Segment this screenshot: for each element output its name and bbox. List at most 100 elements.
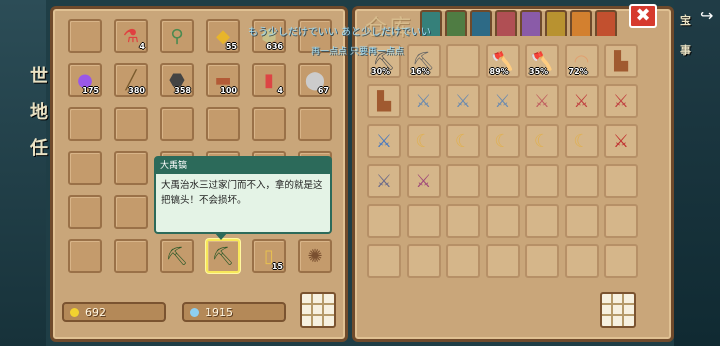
background-char: 地 — [30, 102, 48, 123]
item-icon: ☾ — [494, 130, 511, 152]
back-icon[interactable]: ↪ — [700, 6, 713, 25]
bag-slot[interactable] — [114, 239, 148, 273]
storage-tab[interactable] — [495, 10, 517, 36]
storage-slot[interactable] — [604, 244, 638, 278]
storage-crafting-grid-button[interactable] — [600, 292, 636, 328]
storage-tab[interactable] — [445, 10, 467, 36]
storage-slot[interactable] — [485, 244, 520, 278]
storage-grid: ⛏ 30% ⛏ 16% 🪓 89% 🪓 35% ◠ 72% ▙ ▙ ⚔ ⚔ ⚔ ⚔ ⚔ ⚔ ⚔ ☾ ☾ ☾ ☾ ☾ ⚔ ⚔ ⚔ — [367, 44, 638, 278]
bag-slot[interactable] — [160, 107, 194, 141]
item-icon: ⚔ — [375, 130, 393, 152]
storage-slot[interactable]: ▙ — [604, 44, 638, 78]
item-icon: ⚲ — [170, 25, 184, 47]
storage-slot[interactable] — [525, 204, 559, 238]
item-count: 175 — [82, 86, 99, 95]
bag-slot[interactable]: ⛏ — [160, 239, 194, 273]
bag-slot[interactable] — [114, 195, 148, 229]
close-button[interactable]: ✖ — [629, 4, 657, 28]
item-icon: ☾ — [454, 130, 472, 152]
storage-slot[interactable]: 🪓 35% — [525, 44, 559, 78]
storage-slot[interactable]: ☾ — [446, 124, 480, 158]
bag-slot[interactable]: ⛏ — [206, 239, 240, 273]
storage-slot[interactable] — [406, 244, 441, 278]
bag-slot[interactable]: ⬣ 358 — [160, 63, 194, 97]
storage-slot[interactable]: ⚔ — [367, 164, 401, 198]
background-char: 任 — [30, 138, 48, 159]
storage-slot[interactable]: ⚔ — [525, 84, 559, 118]
bag-slot[interactable] — [252, 107, 286, 141]
bag-slot[interactable]: ⬤ 67 — [298, 63, 332, 97]
storage-slot[interactable]: ☾ — [525, 124, 559, 158]
subtitle-line-1: もう少しだけでいい あと少しだけでいい — [248, 27, 431, 38]
storage-slot[interactable] — [564, 204, 599, 238]
storage-slot[interactable]: ⚔ — [367, 124, 401, 158]
item-count: 380 — [128, 86, 145, 95]
storage-tab[interactable] — [545, 10, 567, 36]
storage-slot[interactable] — [564, 164, 599, 198]
bag-slot[interactable] — [68, 19, 102, 53]
bag-slot[interactable] — [68, 151, 102, 185]
tooltip-body: 大禹治水三过家门而不入，拿的就是这把镐头！不会损坏。 — [161, 180, 323, 206]
bag-slot[interactable]: ⚲ — [160, 19, 194, 53]
storage-slot[interactable] — [367, 244, 401, 278]
storage-slot[interactable]: ☾ — [485, 124, 520, 158]
storage-slot[interactable] — [525, 164, 559, 198]
item-icon: ⚔ — [454, 90, 472, 112]
storage-slot[interactable] — [564, 244, 599, 278]
bag-slot[interactable]: ▮ 4 — [252, 63, 286, 97]
storage-slot[interactable] — [446, 44, 480, 78]
bag-slot[interactable] — [206, 107, 240, 141]
storage-slot[interactable]: ☾ — [564, 124, 599, 158]
gem-amount: 1915 — [205, 305, 233, 319]
storage-slot[interactable]: ⚔ — [604, 124, 638, 158]
storage-slot[interactable]: ☾ — [406, 124, 441, 158]
storage-tab[interactable] — [570, 10, 592, 36]
item-icon: ▙ — [377, 90, 391, 112]
item-icon: ⛏ — [165, 245, 189, 267]
storage-slot[interactable] — [406, 204, 441, 238]
storage-tab[interactable] — [595, 10, 617, 36]
storage-slot[interactable] — [446, 244, 480, 278]
bag-slot[interactable]: ● 175 — [68, 63, 102, 97]
bag-slot[interactable]: ▯ 15 — [252, 239, 286, 273]
bag-slot[interactable] — [114, 107, 148, 141]
storage-slot[interactable]: ⚔ — [604, 84, 638, 118]
storage-tab[interactable] — [520, 10, 542, 36]
storage-slot[interactable]: ⛏ 16% — [406, 44, 441, 78]
bag-slot[interactable]: ╱ 380 — [114, 63, 148, 97]
bag-slot[interactable]: ◆ 55 — [206, 19, 240, 53]
tooltip-title: 大禹镐 — [156, 158, 330, 174]
background-char: 世 — [30, 66, 48, 87]
storage-slot[interactable]: 🪓 89% — [485, 44, 520, 78]
item-icon: ⚔ — [415, 170, 432, 192]
storage-slot[interactable] — [485, 164, 520, 198]
storage-slot[interactable]: ⚔ — [564, 84, 599, 118]
bag-slot[interactable] — [298, 107, 332, 141]
bag-slot[interactable] — [68, 107, 102, 141]
bag-slot[interactable] — [68, 239, 102, 273]
storage-slot[interactable] — [525, 244, 559, 278]
item-icon: ⛏ — [211, 245, 235, 267]
storage-slot[interactable] — [367, 204, 401, 238]
item-icon: ✺ — [307, 245, 323, 267]
storage-slot[interactable]: ⚔ — [446, 84, 480, 118]
tooltip-pointer — [214, 232, 228, 240]
bag-slot[interactable]: ▬ 100 — [206, 63, 240, 97]
storage-slot[interactable] — [485, 204, 520, 238]
bag-slot[interactable] — [68, 195, 102, 229]
bag-slot[interactable] — [114, 151, 148, 185]
storage-slot[interactable] — [604, 204, 638, 238]
bag-slot[interactable]: ✺ — [298, 239, 332, 273]
storage-slot[interactable] — [446, 164, 480, 198]
storage-slot[interactable]: ⚔ — [406, 164, 441, 198]
storage-slot[interactable] — [446, 204, 480, 238]
storage-slot[interactable]: ⚔ — [485, 84, 520, 118]
storage-slot[interactable]: ⚔ — [406, 84, 441, 118]
bag-slot[interactable]: ⚗ 4 — [114, 19, 148, 53]
storage-slot[interactable]: ▙ — [367, 84, 401, 118]
gold-amount: 692 — [85, 305, 106, 319]
storage-slot[interactable]: ◠ 72% — [564, 44, 599, 78]
storage-tab[interactable] — [470, 10, 492, 36]
bag-crafting-grid-button[interactable] — [300, 292, 336, 328]
storage-slot[interactable] — [604, 164, 638, 198]
